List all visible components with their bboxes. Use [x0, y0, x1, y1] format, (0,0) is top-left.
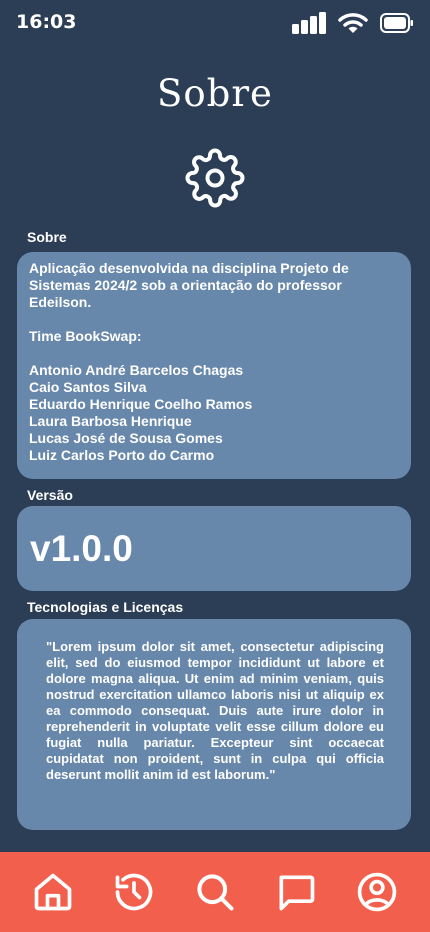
signal-icon [292, 12, 326, 34]
search-icon [197, 874, 234, 911]
nav-home-button[interactable] [31, 870, 75, 914]
chat-icon [279, 875, 315, 911]
tech-card: "Lorem ipsum dolor sit amet, consectetur… [17, 619, 411, 830]
version-value: v1.0.0 [30, 528, 133, 569]
team-member: Lucas José de Sousa Gomes [29, 430, 223, 446]
battery-icon [380, 13, 413, 33]
gear-icon [185, 148, 245, 208]
about-section-label: Sobre [27, 229, 67, 245]
nav-chat-button[interactable] [274, 870, 318, 914]
tech-text: "Lorem ipsum dolor sit amet, consectetur… [46, 639, 384, 782]
team-list: Antonio André Barcelos Chagas Caio Santo… [29, 362, 399, 464]
tech-section-label: Tecnologias e Licenças [27, 599, 184, 615]
team-heading: Time BookSwap: [29, 328, 142, 344]
team-member: Antonio André Barcelos Chagas [29, 362, 244, 378]
team-member: Luiz Carlos Porto do Carmo [29, 447, 215, 463]
profile-icon [358, 872, 397, 912]
status-icons [292, 12, 414, 34]
team-member: Caio Santos Silva [29, 379, 147, 395]
version-section-label: Versão [27, 487, 73, 503]
wifi-icon [338, 13, 368, 33]
bottom-nav [0, 852, 430, 932]
nav-search-button[interactable] [193, 870, 237, 914]
home-icon [34, 873, 71, 911]
version-card: v1.0.0 [17, 506, 411, 591]
team-member: Laura Barbosa Henrique [29, 413, 192, 429]
nav-history-button[interactable] [112, 870, 156, 914]
status-time: 16:03 [16, 11, 77, 33]
page-title: Sobre [157, 72, 273, 115]
team-member: Eduardo Henrique Coelho Ramos [29, 396, 253, 412]
about-description: Aplicação desenvolvida na disciplina Pro… [29, 260, 349, 310]
status-bar: 16:03 [0, 0, 430, 46]
about-card: Aplicação desenvolvida na disciplina Pro… [17, 252, 411, 479]
nav-profile-button[interactable] [355, 870, 399, 914]
history-icon [115, 873, 153, 911]
